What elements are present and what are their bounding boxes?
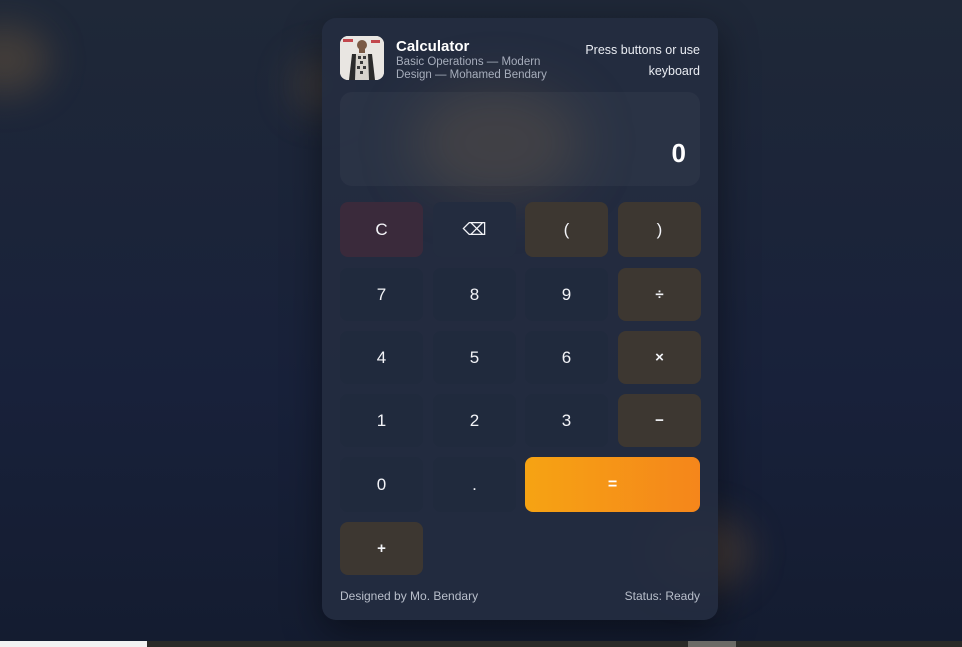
background-glow: [0, 25, 50, 95]
digit-6-button[interactable]: 6: [525, 331, 608, 384]
taskbar-strip: [0, 641, 962, 647]
digit-0-button[interactable]: 0: [340, 457, 423, 512]
avatar-image: [340, 36, 384, 80]
clear-button[interactable]: C: [340, 202, 423, 257]
digit-4-button[interactable]: 4: [340, 331, 423, 384]
calculator-display: 0: [340, 92, 700, 186]
close-paren-button[interactable]: ): [618, 202, 701, 257]
digit-1-button[interactable]: 1: [340, 394, 423, 447]
app-subtitle: Basic Operations — Modern Design — Moham…: [396, 56, 547, 81]
taskbar-segment: [688, 641, 736, 647]
digit-2-button[interactable]: 2: [433, 394, 516, 447]
multiply-button[interactable]: ×: [618, 331, 701, 384]
digit-7-button[interactable]: 7: [340, 268, 423, 321]
digit-5-button[interactable]: 5: [433, 331, 516, 384]
keyboard-hint: Press buttons or use keyboard: [585, 43, 700, 78]
designer-credit: Designed by Mo. Bendary: [340, 589, 479, 603]
calculator-header: Calculator Basic Operations — Modern Des…: [340, 36, 700, 84]
status-text: Status: Ready: [624, 589, 700, 603]
title-block: Calculator Basic Operations — Modern Des…: [396, 38, 576, 81]
digit-8-button[interactable]: 8: [433, 268, 516, 321]
divide-button[interactable]: ÷: [618, 268, 701, 321]
avatar: [340, 36, 384, 80]
display-value: 0: [671, 138, 686, 168]
equals-button[interactable]: =: [525, 457, 700, 512]
digit-3-button[interactable]: 3: [525, 394, 608, 447]
digit-9-button[interactable]: 9: [525, 268, 608, 321]
backspace-button[interactable]: ⌫: [433, 202, 516, 257]
open-paren-button[interactable]: (: [525, 202, 608, 257]
calculator-card: Calculator Basic Operations — Modern Des…: [322, 18, 718, 620]
minus-button[interactable]: −: [618, 394, 701, 447]
decimal-button[interactable]: .: [433, 457, 516, 512]
taskbar-segment: [0, 641, 147, 647]
plus-button[interactable]: +: [340, 522, 423, 575]
app-title: Calculator: [396, 38, 470, 55]
